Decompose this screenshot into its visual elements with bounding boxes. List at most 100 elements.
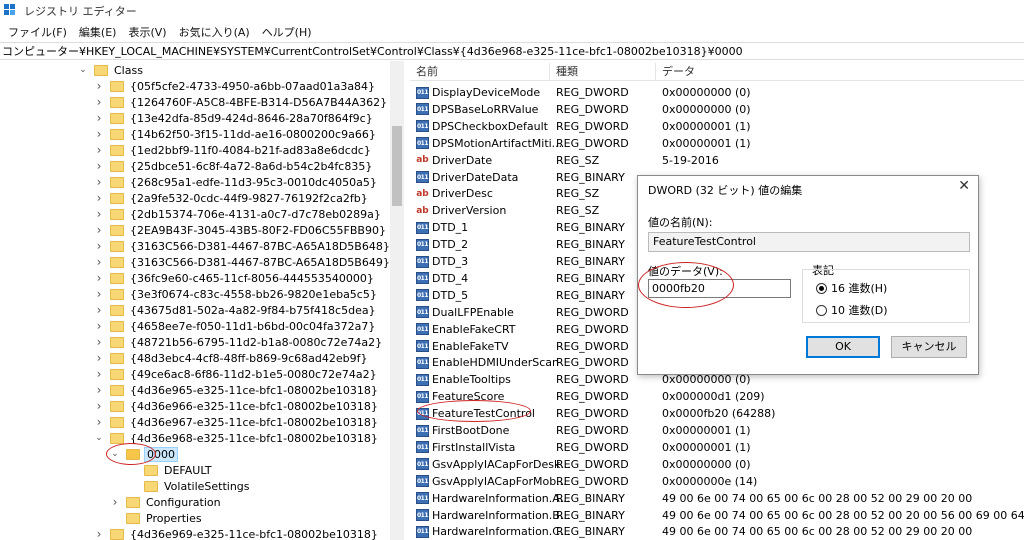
tree-node[interactable]: › {4d36e969-e325-11ce-bfc1-08002be10318} bbox=[94, 526, 380, 540]
tree-node[interactable]: › {4658ee7e-f050-11d1-b6bd-00c04fa372a7} bbox=[94, 318, 377, 334]
tree-node[interactable]: › {3163C566-D381-4467-87BC-A65A18D5B649} bbox=[94, 254, 392, 270]
value-row[interactable]: 011 HardwareInformation.C... REG_BINARY 49 … bbox=[410, 523, 1024, 540]
tree-node[interactable]: › {14b62f50-3f15-11dd-ae16-0800200c9a66} bbox=[94, 126, 378, 142]
value-row[interactable]: 011 GsvApplyIACapForMob... REG_DWORD 0x0000… bbox=[410, 473, 1024, 490]
value-row[interactable]: 011 FirstBootDone REG_DWORD 0x00000001 (1) bbox=[410, 422, 1024, 439]
tree-node[interactable]: › {43675d81-502a-4a82-9f84-b75f418c5dea} bbox=[94, 302, 378, 318]
tree-node[interactable]: › Configuration bbox=[110, 494, 223, 510]
chevron-right-icon[interactable]: › bbox=[94, 382, 104, 398]
chevron-right-icon[interactable]: › bbox=[94, 254, 104, 270]
chevron-right-icon[interactable]: › bbox=[94, 318, 104, 334]
tree-node[interactable]: DEFAULT bbox=[128, 462, 214, 478]
tree-node[interactable]: › {49ce6ac8-6f86-11d2-b1e5-0080c72e74a2} bbox=[94, 366, 379, 382]
tree-node[interactable]: › {1264760F-A5C8-4BFE-B314-D56A7B44A362} bbox=[94, 94, 389, 110]
chevron-right-icon[interactable]: › bbox=[94, 270, 104, 286]
value-row[interactable]: 011 DPSMotionArtifactMiti... REG_DWORD 0x00… bbox=[410, 135, 1024, 152]
tree-node[interactable]: › {4d36e966-e325-11ce-bfc1-08002be10318} bbox=[94, 398, 380, 414]
value-name-cell: 011 DriverDateData bbox=[416, 171, 518, 184]
value-name: DPSCheckboxDefault bbox=[432, 119, 548, 133]
address-bar[interactable]: コンピューター¥HKEY_LOCAL_MACHINE¥SYSTEM¥Curren… bbox=[0, 42, 1024, 60]
chevron-down-icon[interactable]: ⌄ bbox=[78, 62, 88, 78]
radio-hex[interactable]: 16 進数(H) bbox=[816, 280, 887, 296]
chevron-right-icon[interactable]: › bbox=[94, 334, 104, 350]
chevron-right-icon[interactable]: › bbox=[94, 302, 104, 318]
menu-favorites[interactable]: お気に入り(A) bbox=[173, 24, 256, 40]
header-data[interactable]: データ bbox=[656, 63, 1016, 81]
chevron-right-icon[interactable]: › bbox=[94, 94, 104, 110]
value-data: 5-19-2016 bbox=[662, 153, 719, 167]
chevron-right-icon[interactable]: › bbox=[94, 126, 104, 142]
value-name: HardwareInformation.B... bbox=[432, 508, 571, 522]
tree-node[interactable]: › {2EA9B43F-3045-43B5-80F2-FD06C55FBB90} bbox=[94, 222, 388, 238]
value-name: FirstBootDone bbox=[432, 424, 510, 437]
chevron-right-icon[interactable]: › bbox=[94, 110, 104, 126]
tree-node[interactable]: › {3e3f0674-c83c-4558-bb26-9820e1eba5c5} bbox=[94, 286, 379, 302]
tree-node[interactable]: › {48721b56-6795-11d2-b1a8-0080c72e74a2} bbox=[94, 334, 384, 350]
tree-node[interactable]: › {4d36e967-e325-11ce-bfc1-08002be10318} bbox=[94, 414, 380, 430]
chevron-right-icon[interactable]: › bbox=[94, 78, 104, 94]
value-row[interactable]: 011 HardwareInformation.B... REG_BINARY 49 … bbox=[410, 507, 1024, 524]
dialog-title: DWORD (32 ビット) 値の編集 bbox=[648, 184, 803, 197]
chevron-right-icon[interactable]: › bbox=[94, 366, 104, 382]
value-type: REG_SZ bbox=[556, 187, 600, 201]
chevron-right-icon[interactable]: › bbox=[94, 158, 104, 174]
value-type: REG_DWORD bbox=[556, 119, 629, 133]
menu-file[interactable]: ファイル(F) bbox=[2, 24, 73, 40]
chevron-right-icon[interactable]: › bbox=[94, 398, 104, 414]
tree-node[interactable]: › {1ed2bbf9-11f0-4084-b21f-ad83a8e6dcdc} bbox=[94, 142, 373, 158]
value-type: REG_SZ bbox=[556, 204, 600, 218]
radio-dec-button[interactable] bbox=[816, 304, 827, 316]
folder-icon bbox=[110, 352, 124, 364]
tree-node[interactable]: › {48d3ebc4-4cf8-48ff-b869-9c68ad42eb9f} bbox=[94, 350, 370, 366]
chevron-right-icon[interactable]: › bbox=[94, 414, 104, 430]
chevron-right-icon[interactable]: › bbox=[94, 350, 104, 366]
tree-node-label: {14b62f50-3f15-11dd-ae16-0800200c9a66} bbox=[130, 127, 376, 141]
tree-node[interactable]: › {4d36e965-e325-11ce-bfc1-08002be10318} bbox=[94, 382, 380, 398]
value-row[interactable]: ab DriverDate REG_SZ 5-19-2016 bbox=[410, 152, 1024, 169]
folder-icon bbox=[110, 304, 124, 316]
close-icon[interactable]: ✕ bbox=[958, 178, 970, 194]
menu-help[interactable]: ヘルプ(H) bbox=[256, 24, 318, 40]
binary-value-icon: 011 bbox=[416, 323, 429, 336]
chevron-right-icon[interactable]: › bbox=[94, 238, 104, 254]
menu-edit[interactable]: 編集(E) bbox=[73, 24, 123, 40]
tree-node[interactable]: VolatileSettings bbox=[128, 478, 252, 494]
chevron-right-icon[interactable]: › bbox=[94, 174, 104, 190]
tree-node[interactable]: ⌄ Class bbox=[78, 62, 145, 78]
tree-node[interactable]: › {268c95a1-edfe-11d3-95c3-0010dc4050a5} bbox=[94, 174, 379, 190]
value-row[interactable]: 011 GsvApplyIACapForDesk... REG_DWORD 0x000… bbox=[410, 456, 1024, 473]
tree-node[interactable]: › {3163C566-D381-4467-87BC-A65A18D5B648} bbox=[94, 238, 392, 254]
value-row[interactable]: 011 DPSCheckboxDefault REG_DWORD 0x00000001… bbox=[410, 118, 1024, 135]
chevron-right-icon[interactable]: › bbox=[94, 222, 104, 238]
chevron-right-icon[interactable]: › bbox=[94, 190, 104, 206]
tree-node[interactable]: › {36fc9e60-c465-11cf-8056-444553540000} bbox=[94, 270, 376, 286]
radio-dec[interactable]: 10 進数(D) bbox=[816, 302, 888, 318]
value-row[interactable]: 011 DPSBaseLoRRValue REG_DWORD 0x00000000 (… bbox=[410, 101, 1024, 118]
folder-icon bbox=[110, 320, 124, 332]
value-data: 0x00000001 (1) bbox=[662, 424, 751, 437]
value-row[interactable]: 011 DisplayDeviceMode REG_DWORD 0x00000000 … bbox=[410, 84, 1024, 101]
tree-node[interactable]: › {2db15374-706e-4131-a0c7-d7c78eb0289a} bbox=[94, 206, 383, 222]
tree-node[interactable]: › {13e42dfa-85d9-424d-8646-28a70f864f9c} bbox=[94, 110, 375, 126]
tree-scrollbar-thumb[interactable] bbox=[392, 126, 402, 206]
chevron-right-icon[interactable]: › bbox=[94, 142, 104, 158]
tree-node[interactable]: › {05f5cfe2-4733-4950-a6bb-07aad01a3a84} bbox=[94, 78, 377, 94]
tree-node[interactable]: › {25dbce51-6c8f-4a72-8a6d-b54c2b4fc835} bbox=[94, 158, 374, 174]
menu-view[interactable]: 表示(V) bbox=[122, 24, 172, 40]
radio-hex-button[interactable] bbox=[816, 282, 827, 294]
value-row[interactable]: 011 HardwareInformation.A... REG_BINARY 49 … bbox=[410, 490, 1024, 507]
value-row[interactable]: 011 FirstInstallVista REG_DWORD 0x00000001 … bbox=[410, 439, 1024, 456]
chevron-right-icon[interactable]: › bbox=[94, 526, 104, 540]
cancel-button[interactable]: キャンセル bbox=[891, 336, 967, 358]
ok-button[interactable]: OK bbox=[806, 336, 880, 358]
chevron-right-icon[interactable]: › bbox=[94, 206, 104, 222]
value-type: REG_DWORD bbox=[556, 424, 629, 437]
header-type[interactable]: 種類 bbox=[550, 63, 656, 81]
chevron-right-icon[interactable]: › bbox=[94, 286, 104, 302]
folder-icon bbox=[126, 512, 140, 524]
tree-node[interactable]: › {2a9fe532-0cdc-44f9-9827-76192f2ca2fb} bbox=[94, 190, 370, 206]
header-name[interactable]: 名前 bbox=[410, 63, 550, 81]
tree-node[interactable]: Properties bbox=[110, 510, 204, 526]
chevron-down-icon[interactable]: ⌄ bbox=[94, 430, 104, 446]
chevron-right-icon[interactable]: › bbox=[110, 494, 120, 510]
